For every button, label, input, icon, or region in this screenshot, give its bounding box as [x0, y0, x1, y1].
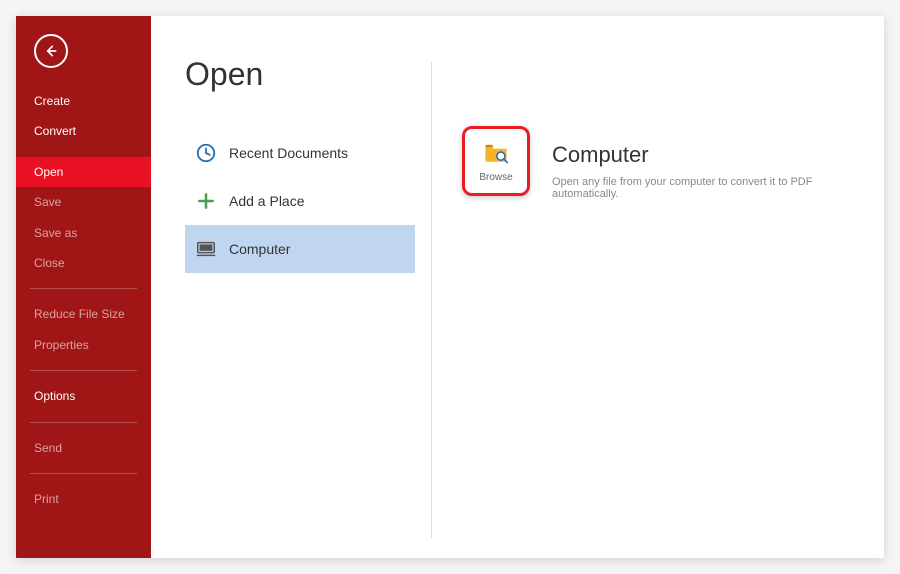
location-computer[interactable]: Computer — [185, 225, 415, 273]
location-label: Computer — [229, 241, 290, 257]
sidebar-item-properties[interactable]: Properties — [16, 330, 151, 360]
location-recent-documents[interactable]: Recent Documents — [185, 129, 415, 177]
locations-column: Open Recent Documents Add a Place — [151, 16, 431, 558]
back-button[interactable] — [34, 34, 68, 68]
location-list: Recent Documents Add a Place Computer — [185, 129, 415, 273]
main-content: Open Recent Documents Add a Place — [151, 16, 884, 558]
sidebar-item-reduce[interactable]: Reduce File Size — [16, 299, 151, 329]
computer-icon — [195, 238, 217, 260]
sidebar-item-open[interactable]: Open — [16, 157, 151, 187]
sidebar-item-save-as[interactable]: Save as — [16, 218, 151, 248]
location-label: Add a Place — [229, 193, 305, 209]
clock-icon — [195, 142, 217, 164]
location-add-place[interactable]: Add a Place — [185, 177, 415, 225]
back-arrow-icon — [43, 43, 59, 59]
sidebar-divider — [30, 422, 137, 423]
sidebar-item-print[interactable]: Print — [16, 484, 151, 514]
sidebar-item-options[interactable]: Options — [16, 381, 151, 411]
sidebar-item-send[interactable]: Send — [16, 433, 151, 463]
sidebar-item-create[interactable]: Create — [16, 86, 151, 116]
folder-search-icon — [481, 139, 511, 170]
sidebar-item-save[interactable]: Save — [16, 187, 151, 217]
detail-title: Computer — [552, 142, 852, 168]
sidebar-item-close[interactable]: Close — [16, 248, 151, 278]
sidebar-item-convert[interactable]: Convert — [16, 116, 151, 146]
detail-text: Computer Open any file from your compute… — [552, 56, 852, 200]
sidebar-divider — [30, 473, 137, 474]
sidebar-divider — [30, 370, 137, 371]
browse-button-label: Browse — [479, 172, 512, 183]
detail-description: Open any file from your computer to conv… — [552, 176, 852, 200]
plus-icon — [195, 190, 217, 212]
detail-column: Browse Computer Open any file from your … — [432, 16, 884, 558]
sidebar: Create Convert Open Save Save as Close R… — [16, 16, 151, 558]
location-label: Recent Documents — [229, 145, 348, 161]
browse-button[interactable]: Browse — [462, 126, 530, 196]
app-window: Create Convert Open Save Save as Close R… — [16, 16, 884, 558]
page-title: Open — [185, 56, 431, 93]
sidebar-divider — [30, 288, 137, 289]
